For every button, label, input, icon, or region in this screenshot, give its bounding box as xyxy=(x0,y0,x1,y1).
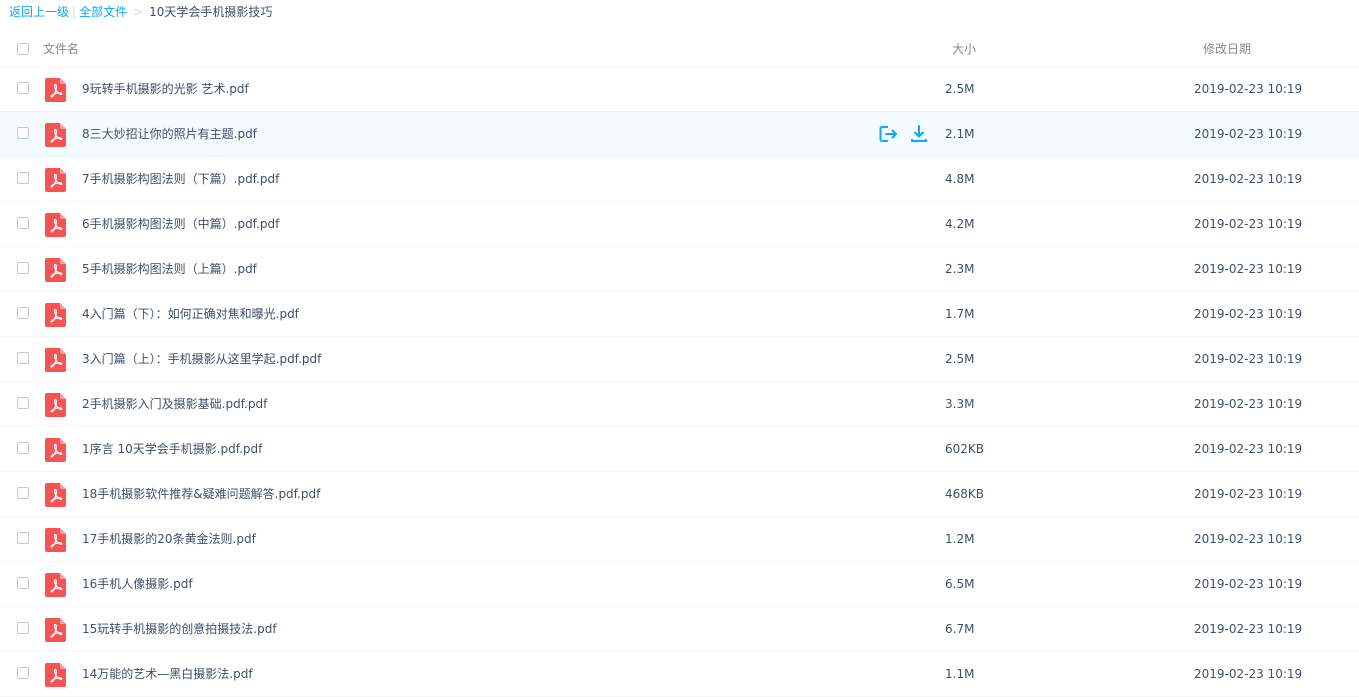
file-modified-date: 2019-02-23 10:19 xyxy=(1194,532,1303,546)
file-modified-date: 2019-02-23 10:19 xyxy=(1194,262,1303,276)
row-checkbox[interactable] xyxy=(17,577,29,589)
file-size: 1.1M xyxy=(945,667,975,681)
file-name[interactable]: 6手机摄影构图法则（中篇）.pdf.pdf xyxy=(82,216,279,232)
row-checkbox[interactable] xyxy=(17,82,29,94)
row-checkbox[interactable] xyxy=(17,442,29,454)
file-modified-date: 2019-02-23 10:19 xyxy=(1194,622,1303,636)
pdf-icon xyxy=(45,78,66,102)
file-name[interactable]: 16手机人像摄影.pdf xyxy=(82,576,193,592)
file-name[interactable]: 18手机摄影软件推荐&疑难问题解答.pdf.pdf xyxy=(82,486,320,502)
pdf-icon xyxy=(45,483,66,507)
pdf-icon xyxy=(45,213,66,237)
file-row[interactable]: 7手机摄影构图法则（下篇）.pdf.pdf 4.8M 2019-02-23 10:1… xyxy=(0,157,1359,202)
current-folder: 10天学会手机摄影技巧 xyxy=(149,5,273,19)
pdf-icon xyxy=(45,168,66,192)
file-row[interactable]: 9玩转手机摄影的光影 艺术.pdf 2.5M 2019-02-23 10:19 xyxy=(0,67,1359,112)
back-link[interactable]: 返回上一级 xyxy=(9,5,69,19)
file-name[interactable]: 1序言 10天学会手机摄影.pdf.pdf xyxy=(82,441,262,457)
row-checkbox[interactable] xyxy=(17,262,29,274)
file-row[interactable]: 2手机摄影入门及摄影基础.pdf.pdf 3.3M 2019-02-23 10:19 xyxy=(0,382,1359,427)
row-checkbox[interactable] xyxy=(17,217,29,229)
file-name[interactable]: 17手机摄影的20条黄金法则.pdf xyxy=(82,531,256,547)
file-size: 2.5M xyxy=(945,352,975,366)
breadcrumb-separator: > xyxy=(133,5,144,19)
row-checkbox[interactable] xyxy=(17,532,29,544)
download-icon[interactable] xyxy=(909,125,929,143)
file-row[interactable]: 4入门篇（下）：如何正确对焦和曝光.pdf 1.7M 2019-02-23 10:1… xyxy=(0,292,1359,337)
file-row[interactable]: 3入门篇（上）：手机摄影从这里学起.pdf.pdf 2.5M 2019-02-23 … xyxy=(0,337,1359,382)
file-size: 2.1M xyxy=(945,127,975,141)
file-size: 6.7M xyxy=(945,622,975,636)
file-row[interactable]: 17手机摄影的20条黄金法则.pdf 1.2M 2019-02-23 10:19 xyxy=(0,517,1359,562)
file-size: 1.7M xyxy=(945,307,975,321)
row-checkbox[interactable] xyxy=(17,487,29,499)
row-checkbox[interactable] xyxy=(17,622,29,634)
file-modified-date: 2019-02-23 10:19 xyxy=(1194,172,1303,186)
row-checkbox[interactable] xyxy=(17,667,29,679)
file-row[interactable]: 18手机摄影软件推荐&疑难问题解答.pdf.pdf 468KB 2019-02-23… xyxy=(0,472,1359,517)
file-list-header: 文件名 大小 修改日期 xyxy=(0,32,1359,68)
file-name[interactable]: 14万能的艺术—黑白摄影法.pdf xyxy=(82,666,253,682)
file-modified-date: 2019-02-23 10:19 xyxy=(1194,217,1303,231)
breadcrumb-divider: | xyxy=(72,5,77,19)
pdf-icon xyxy=(45,123,66,147)
pdf-icon xyxy=(45,393,66,417)
pdf-icon xyxy=(45,258,66,282)
row-actions xyxy=(879,125,939,143)
row-checkbox[interactable] xyxy=(17,127,29,139)
row-checkbox[interactable] xyxy=(17,397,29,409)
file-size: 3.3M xyxy=(945,397,975,411)
file-name[interactable]: 4入门篇（下）：如何正确对焦和曝光.pdf xyxy=(82,306,299,322)
file-row[interactable]: 14万能的艺术—黑白摄影法.pdf 1.1M 2019-02-23 10:19 xyxy=(0,652,1359,697)
file-row[interactable]: 6手机摄影构图法则（中篇）.pdf.pdf 4.2M 2019-02-23 10:1… xyxy=(0,202,1359,247)
file-name[interactable]: 5手机摄影构图法则（上篇）.pdf xyxy=(82,261,257,277)
file-list: 9玩转手机摄影的光影 艺术.pdf 2.5M 2019-02-23 10:19 8三大… xyxy=(0,67,1359,697)
row-checkbox[interactable] xyxy=(17,352,29,364)
file-row[interactable]: 16手机人像摄影.pdf 6.5M 2019-02-23 10:19 xyxy=(0,562,1359,607)
column-header-modified[interactable]: 修改日期 xyxy=(1203,41,1251,57)
file-modified-date: 2019-02-23 10:19 xyxy=(1194,667,1303,681)
file-modified-date: 2019-02-23 10:19 xyxy=(1194,352,1303,366)
file-modified-date: 2019-02-23 10:19 xyxy=(1194,397,1303,411)
file-name[interactable]: 3入门篇（上）：手机摄影从这里学起.pdf.pdf xyxy=(82,351,321,367)
file-name[interactable]: 2手机摄影入门及摄影基础.pdf.pdf xyxy=(82,396,267,412)
file-size: 6.5M xyxy=(945,577,975,591)
file-modified-date: 2019-02-23 10:19 xyxy=(1194,442,1303,456)
file-name[interactable]: 7手机摄影构图法则（下篇）.pdf.pdf xyxy=(82,171,279,187)
column-header-name[interactable]: 文件名 xyxy=(43,41,79,57)
file-row[interactable]: 5手机摄影构图法则（上篇）.pdf 2.3M 2019-02-23 10:19 xyxy=(0,247,1359,292)
file-modified-date: 2019-02-23 10:19 xyxy=(1194,487,1303,501)
select-all-checkbox[interactable] xyxy=(17,43,29,55)
file-modified-date: 2019-02-23 10:19 xyxy=(1194,307,1303,321)
file-row[interactable]: 15玩转手机摄影的创意拍摄技法.pdf 6.7M 2019-02-23 10:19 xyxy=(0,607,1359,652)
file-name[interactable]: 15玩转手机摄影的创意拍摄技法.pdf xyxy=(82,621,277,637)
file-row[interactable]: 8三大妙招让你的照片有主题.pdf 2.1M 2019-02-23 10:19 xyxy=(0,111,1359,157)
file-name[interactable]: 9玩转手机摄影的光影 艺术.pdf xyxy=(82,81,249,97)
file-name[interactable]: 8三大妙招让你的照片有主题.pdf xyxy=(82,126,257,142)
file-size: 468KB xyxy=(945,487,985,501)
file-size: 602KB xyxy=(945,442,985,456)
file-size: 2.3M xyxy=(945,262,975,276)
file-modified-date: 2019-02-23 10:19 xyxy=(1194,127,1303,141)
file-modified-date: 2019-02-23 10:19 xyxy=(1194,82,1303,96)
pdf-icon xyxy=(45,573,66,597)
row-checkbox[interactable] xyxy=(17,172,29,184)
file-size: 4.2M xyxy=(945,217,975,231)
pdf-icon xyxy=(45,663,66,687)
pdf-icon xyxy=(45,348,66,372)
breadcrumb: 返回上一级 | 全部文件 >10天学会手机摄影技巧 xyxy=(9,4,272,20)
column-header-size[interactable]: 大小 xyxy=(952,41,976,57)
all-files-link[interactable]: 全部文件 xyxy=(79,5,127,19)
file-size: 1.2M xyxy=(945,532,975,546)
file-modified-date: 2019-02-23 10:19 xyxy=(1194,577,1303,591)
row-checkbox[interactable] xyxy=(17,307,29,319)
pdf-icon xyxy=(45,303,66,327)
pdf-icon xyxy=(45,438,66,462)
file-size: 4.8M xyxy=(945,172,975,186)
share-icon[interactable] xyxy=(879,125,899,143)
file-size: 2.5M xyxy=(945,82,975,96)
pdf-icon xyxy=(45,528,66,552)
pdf-icon xyxy=(45,618,66,642)
file-row[interactable]: 1序言 10天学会手机摄影.pdf.pdf 602KB 2019-02-23 10:… xyxy=(0,427,1359,472)
